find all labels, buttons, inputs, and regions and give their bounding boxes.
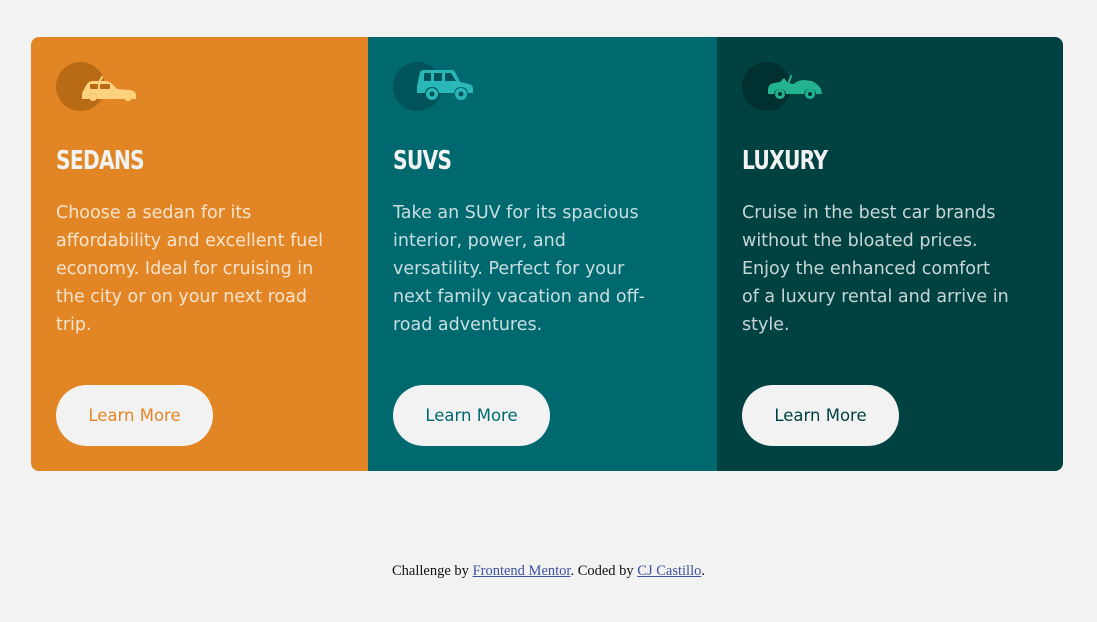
card-title: LUXURY (742, 146, 828, 176)
learn-more-luxury-button[interactable]: Learn More (742, 385, 899, 446)
sedan-icon (56, 62, 138, 112)
card-description: Cruise in the best car brands without th… (742, 203, 1009, 335)
card-title: SUVS (393, 146, 452, 176)
card-description: Choose a sedan for its affordability and… (56, 203, 323, 335)
author-link[interactable]: CJ Castillo (637, 563, 701, 579)
attribution-prefix: Challenge by (392, 563, 473, 579)
card-description: Take an SUV for its spacious interior, p… (393, 203, 645, 335)
card-suvs: SUVS Take an SUV for its spacious interi… (368, 37, 717, 471)
card-sedans: SEDANS Choose a sedan for its affordabil… (31, 37, 368, 471)
learn-more-suvs-button[interactable]: Learn More (393, 385, 550, 446)
learn-more-sedans-button[interactable]: Learn More (56, 385, 213, 446)
attribution: Challenge by Frontend Mentor. Coded by C… (0, 563, 1097, 580)
attribution-suffix: . (701, 563, 705, 579)
card-group: SEDANS Choose a sedan for its affordabil… (31, 37, 1063, 471)
frontend-mentor-link[interactable]: Frontend Mentor (473, 563, 571, 579)
card-title: SEDANS (56, 146, 145, 176)
attribution-middle: . Coded by (570, 563, 638, 579)
card-luxury: LUXURY Cruise in the best car brands wit… (717, 37, 1063, 471)
luxury-car-icon (742, 62, 824, 112)
suv-icon (393, 62, 475, 112)
